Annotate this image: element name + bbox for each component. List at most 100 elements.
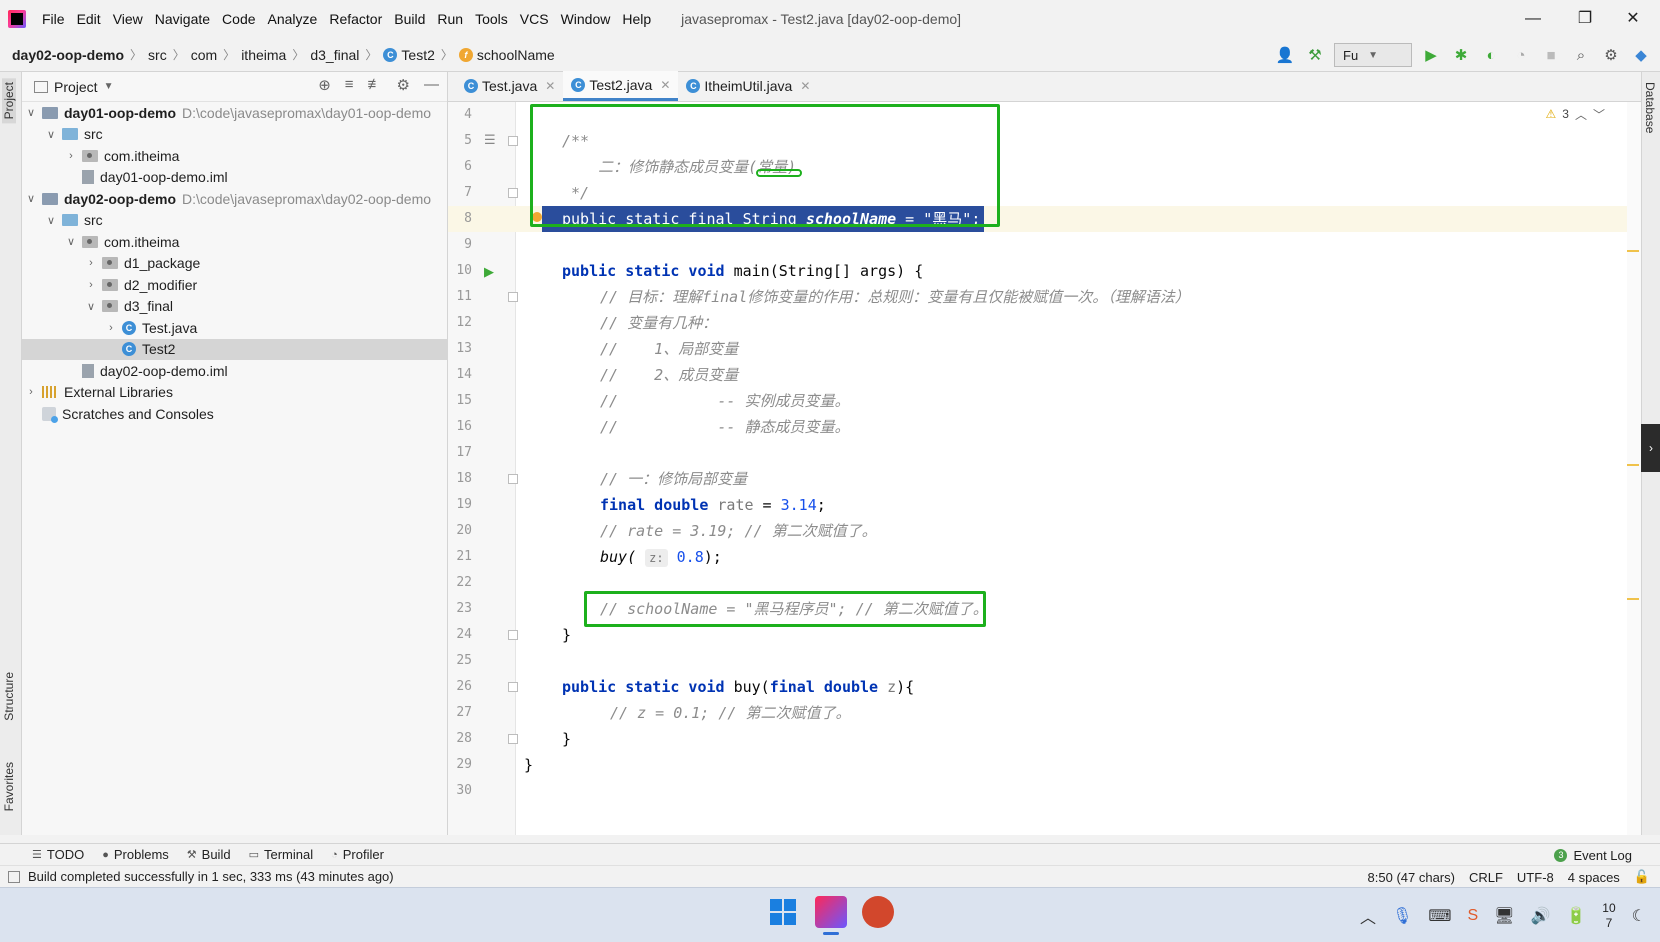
menu-window[interactable]: Window bbox=[555, 0, 617, 38]
input-method-icon[interactable]: ⌨ bbox=[1428, 906, 1451, 926]
menu-code[interactable]: Code bbox=[216, 0, 261, 38]
tree-item-src[interactable]: ∨ src bbox=[22, 210, 448, 232]
tree-item-test-java[interactable]: › C Test.java bbox=[22, 317, 448, 339]
fold-icon[interactable] bbox=[508, 292, 518, 302]
menu-run[interactable]: Run bbox=[431, 0, 469, 38]
run-icon[interactable]: ▶ bbox=[1420, 44, 1442, 66]
app-tray-icon[interactable]: S bbox=[1467, 907, 1478, 925]
code-line[interactable]: 19 final double rate = 3.14; bbox=[448, 492, 1641, 518]
code-line[interactable]: 25 bbox=[448, 648, 1641, 674]
code-line[interactable]: 21 buy( z: 0.8); bbox=[448, 544, 1641, 570]
breadcrumb-project[interactable]: day02-oop-demo bbox=[12, 47, 124, 63]
terminal-tool-button[interactable]: ▭ Terminal bbox=[249, 847, 314, 862]
menu-build[interactable]: Build bbox=[388, 0, 431, 38]
coverage-icon[interactable]: ◐ bbox=[1480, 44, 1502, 66]
powerpoint-taskbar-icon[interactable] bbox=[862, 896, 894, 928]
run-gutter-icon[interactable]: ▶ bbox=[484, 264, 494, 280]
user-icon[interactable]: 👤 bbox=[1274, 44, 1296, 66]
lock-icon[interactable]: 🔓 bbox=[1634, 869, 1650, 885]
clock[interactable]: 10 7 bbox=[1602, 901, 1615, 931]
menu-tools[interactable]: Tools bbox=[469, 0, 514, 38]
database-tool-tab[interactable]: Database bbox=[1643, 82, 1657, 133]
close-icon[interactable]: ✕ bbox=[660, 78, 670, 92]
build-hammer-icon[interactable]: ⚒ bbox=[1304, 44, 1326, 66]
hide-icon[interactable]: — bbox=[424, 76, 439, 94]
project-panel-title[interactable]: Project bbox=[54, 79, 98, 95]
search-icon[interactable]: ⌕ bbox=[1570, 44, 1592, 66]
code-line[interactable]: 28} bbox=[448, 726, 1641, 752]
tree-item-scratches[interactable]: Scratches and Consoles bbox=[22, 403, 448, 425]
menu-analyze[interactable]: Analyze bbox=[262, 0, 324, 38]
code-line[interactable]: 13// 1、局部变量 bbox=[448, 336, 1641, 362]
menu-view[interactable]: View bbox=[107, 0, 149, 38]
editor-scrollbar[interactable] bbox=[1627, 102, 1641, 835]
breadcrumb-com[interactable]: com bbox=[191, 47, 217, 63]
indent-setting[interactable]: 4 spaces bbox=[1568, 870, 1620, 885]
warning-marker[interactable] bbox=[1627, 598, 1639, 600]
close-icon[interactable]: ✕ bbox=[545, 79, 555, 93]
tree-item-day02-oop-demo[interactable]: ∨ day02-oop-demo D:\code\javasepromax\day0… bbox=[22, 188, 448, 210]
menu-help[interactable]: Help bbox=[616, 0, 657, 38]
menu-refactor[interactable]: Refactor bbox=[323, 0, 388, 38]
intellij-taskbar-icon[interactable] bbox=[815, 896, 847, 928]
tree-item-package[interactable]: › com.itheima bbox=[22, 145, 448, 167]
menu-vcs[interactable]: VCS bbox=[514, 0, 555, 38]
windows-start-icon[interactable] bbox=[770, 899, 796, 925]
close-icon[interactable]: ✕ bbox=[800, 79, 810, 93]
breadcrumb-src[interactable]: src bbox=[148, 47, 167, 63]
code-line[interactable]: 9 bbox=[448, 232, 1641, 258]
fold-icon[interactable] bbox=[508, 474, 518, 484]
minimize-button[interactable]: — bbox=[1510, 0, 1556, 38]
code-line[interactable]: 27// z = 0.1; // 第二次赋值了。 bbox=[448, 700, 1641, 726]
code-line[interactable]: 26 public static void buy(final double z)… bbox=[448, 674, 1641, 700]
tree-item-external-libraries[interactable]: › External Libraries bbox=[22, 382, 448, 404]
status-toggle-icon[interactable] bbox=[8, 870, 20, 883]
file-encoding[interactable]: UTF-8 bbox=[1517, 870, 1554, 885]
warning-marker[interactable] bbox=[1627, 464, 1639, 466]
profiler-tool-button[interactable]: ◔ Profiler bbox=[331, 847, 384, 862]
collapse-all-icon[interactable]: ≢ bbox=[368, 76, 383, 94]
code-line[interactable]: 18// 一：修饰局部变量 bbox=[448, 466, 1641, 492]
microphone-icon[interactable]: 🎙 bbox=[1392, 906, 1412, 926]
network-icon[interactable]: 🖥 bbox=[1494, 906, 1514, 926]
code-line[interactable]: 20// rate = 3.19; // 第二次赋值了。 bbox=[448, 518, 1641, 544]
tree-item-package[interactable]: ∨ com.itheima bbox=[22, 231, 448, 253]
tree-item-test2[interactable]: C Test2 bbox=[22, 338, 448, 360]
plugin-icon[interactable]: ◆ bbox=[1630, 44, 1652, 66]
run-configuration-select[interactable]: Fu ▼ bbox=[1334, 43, 1412, 67]
expand-panel-button[interactable]: › bbox=[1641, 424, 1660, 472]
implementation-icon[interactable]: ☰ bbox=[484, 132, 496, 148]
menu-file[interactable]: File bbox=[36, 0, 71, 38]
fold-icon[interactable] bbox=[508, 630, 518, 640]
restore-button[interactable]: ❐ bbox=[1562, 0, 1608, 38]
breadcrumb-member[interactable]: f schoolName bbox=[458, 47, 555, 63]
tree-item-iml[interactable]: day02-oop-demo.iml bbox=[22, 360, 448, 382]
code-line[interactable]: 29} bbox=[448, 752, 1641, 778]
status-message[interactable]: Build completed successfully in 1 sec, 3… bbox=[28, 869, 394, 884]
stop-icon[interactable]: ■ bbox=[1540, 44, 1562, 66]
volume-icon[interactable]: 🔊 bbox=[1530, 906, 1550, 926]
breadcrumb-d3-final[interactable]: d3_final bbox=[310, 47, 359, 63]
chevron-up-icon[interactable]: ︿ bbox=[1360, 904, 1376, 928]
tree-item-day01-oop-demo[interactable]: ∨ day01-oop-demo D:\code\javasepromax\day0… bbox=[22, 102, 448, 124]
gear-icon[interactable]: ⚙ bbox=[397, 76, 410, 94]
problems-tool-button[interactable]: ● Problems bbox=[102, 847, 169, 862]
line-separator[interactable]: CRLF bbox=[1469, 870, 1503, 885]
fold-icon[interactable] bbox=[508, 682, 518, 692]
gear-icon[interactable]: ⚙ bbox=[1600, 44, 1622, 66]
battery-icon[interactable]: 🔋 bbox=[1566, 906, 1586, 926]
chevron-down-icon[interactable]: ▼ bbox=[104, 81, 114, 92]
favorites-tool-tab[interactable]: Favorites bbox=[2, 762, 16, 811]
warning-marker[interactable] bbox=[1627, 250, 1639, 252]
fold-icon[interactable] bbox=[508, 136, 518, 146]
build-tool-button[interactable]: ⚒ Build bbox=[187, 847, 231, 862]
structure-tool-tab[interactable]: Structure bbox=[2, 672, 16, 721]
tree-item-iml[interactable]: day01-oop-demo.iml bbox=[22, 167, 448, 189]
todo-tool-button[interactable]: ☰ TODO bbox=[32, 847, 84, 862]
tree-item-d2-modifier[interactable]: › d2_modifier bbox=[22, 274, 448, 296]
caret-position[interactable]: 8:50 (47 chars) bbox=[1368, 870, 1455, 885]
expand-all-icon[interactable]: ≡ bbox=[345, 76, 354, 94]
code-line[interactable]: 30 bbox=[448, 778, 1641, 804]
code-line[interactable]: 16// -- 静态成员变量。 bbox=[448, 414, 1641, 440]
locate-icon[interactable]: ⊕ bbox=[318, 76, 331, 94]
